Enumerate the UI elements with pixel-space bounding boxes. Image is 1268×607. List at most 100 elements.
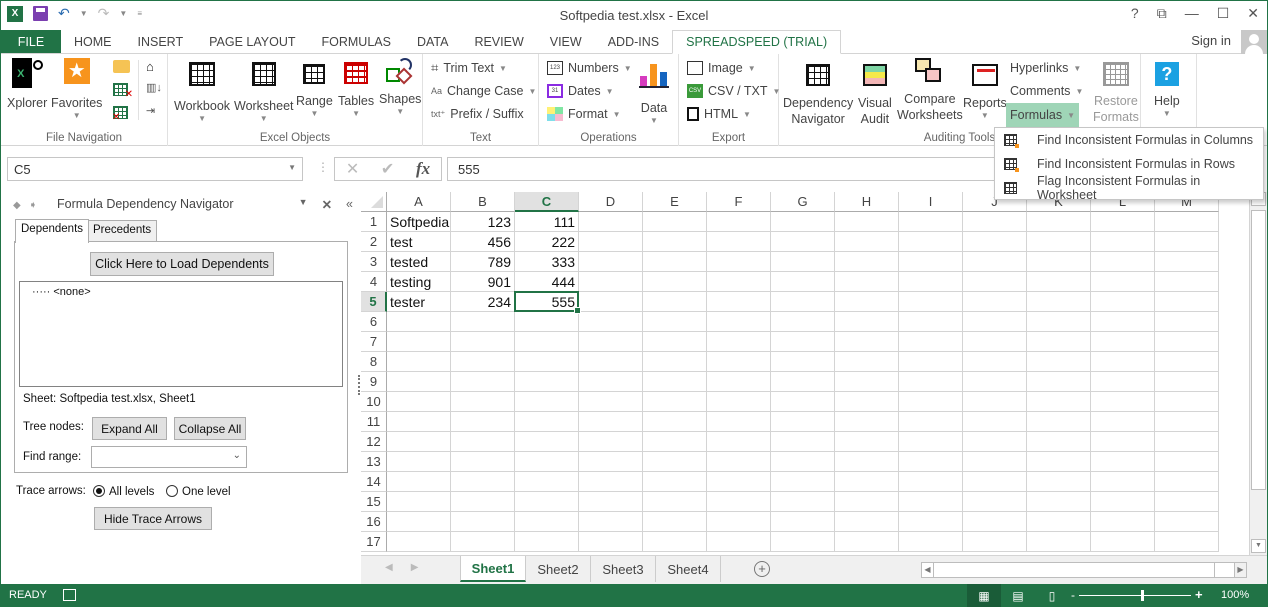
zoom-in-icon[interactable]: + bbox=[1195, 587, 1203, 602]
cell-d3[interactable] bbox=[579, 252, 643, 272]
cell-j14[interactable] bbox=[963, 472, 1027, 492]
compare-worksheets-button[interactable]: Compare Worksheets bbox=[897, 58, 963, 123]
cell-f17[interactable] bbox=[707, 532, 771, 552]
cell-j8[interactable] bbox=[963, 352, 1027, 372]
comments-button[interactable]: Comments ▼ bbox=[1007, 81, 1086, 101]
cell-b16[interactable] bbox=[451, 512, 515, 532]
cell-b10[interactable] bbox=[451, 392, 515, 412]
menu-item-flag-inconsistent-worksheet[interactable]: Flag Inconsistent Formulas in Worksheet bbox=[995, 174, 1263, 202]
cell-k7[interactable] bbox=[1027, 332, 1091, 352]
cell-e2[interactable] bbox=[643, 232, 707, 252]
cell-m17[interactable] bbox=[1155, 532, 1219, 552]
cell-c4[interactable]: 444 bbox=[515, 272, 579, 292]
cell-b14[interactable] bbox=[451, 472, 515, 492]
cell-f6[interactable] bbox=[707, 312, 771, 332]
cell-g13[interactable] bbox=[771, 452, 835, 472]
cell-a9[interactable] bbox=[387, 372, 451, 392]
row-header[interactable]: 4 bbox=[361, 272, 387, 292]
insert-function-icon[interactable]: fx bbox=[416, 159, 430, 179]
cell-c1[interactable]: 111 bbox=[515, 212, 579, 232]
cell-b12[interactable] bbox=[451, 432, 515, 452]
cell-b13[interactable] bbox=[451, 452, 515, 472]
cell-l2[interactable] bbox=[1091, 232, 1155, 252]
cell-d10[interactable] bbox=[579, 392, 643, 412]
cell-a7[interactable] bbox=[387, 332, 451, 352]
macro-recording-icon[interactable] bbox=[63, 589, 76, 601]
cell-e14[interactable] bbox=[643, 472, 707, 492]
cell-c10[interactable] bbox=[515, 392, 579, 412]
cell-i2[interactable] bbox=[899, 232, 963, 252]
shapes-button[interactable]: Shapes ▼ bbox=[379, 58, 421, 117]
tab-add-ins[interactable]: ADD-INS bbox=[595, 30, 672, 53]
help-button[interactable]: ? Help ▼ bbox=[1154, 58, 1180, 119]
sign-in-link[interactable]: Sign in bbox=[1191, 33, 1231, 48]
page-layout-view-icon[interactable]: ▤ bbox=[1001, 584, 1035, 607]
cell-i4[interactable] bbox=[899, 272, 963, 292]
cell-a3[interactable]: tested bbox=[387, 252, 451, 272]
cell-d7[interactable] bbox=[579, 332, 643, 352]
cell-l7[interactable] bbox=[1091, 332, 1155, 352]
cell-e4[interactable] bbox=[643, 272, 707, 292]
cell-f5[interactable] bbox=[707, 292, 771, 312]
cell-i16[interactable] bbox=[899, 512, 963, 532]
cell-c7[interactable] bbox=[515, 332, 579, 352]
cell-e1[interactable] bbox=[643, 212, 707, 232]
cell-g10[interactable] bbox=[771, 392, 835, 412]
cell-k2[interactable] bbox=[1027, 232, 1091, 252]
cell-i11[interactable] bbox=[899, 412, 963, 432]
hyperlinks-button[interactable]: Hyperlinks ▼ bbox=[1007, 58, 1084, 78]
html-button[interactable]: HTML ▼ bbox=[687, 104, 751, 124]
cell-f1[interactable] bbox=[707, 212, 771, 232]
cell-e8[interactable] bbox=[643, 352, 707, 372]
cell-k16[interactable] bbox=[1027, 512, 1091, 532]
normal-view-icon[interactable]: ▦ bbox=[967, 584, 1001, 607]
cell-c5[interactable]: 555 bbox=[515, 292, 579, 312]
hide-trace-arrows-button[interactable]: Hide Trace Arrows bbox=[94, 507, 212, 530]
cell-k9[interactable] bbox=[1027, 372, 1091, 392]
cell-m3[interactable] bbox=[1155, 252, 1219, 272]
reports-button[interactable]: Reports ▼ bbox=[963, 58, 1007, 121]
cell-a10[interactable] bbox=[387, 392, 451, 412]
cell-m7[interactable] bbox=[1155, 332, 1219, 352]
cell-g4[interactable] bbox=[771, 272, 835, 292]
cell-g14[interactable] bbox=[771, 472, 835, 492]
cell-m6[interactable] bbox=[1155, 312, 1219, 332]
cell-i9[interactable] bbox=[899, 372, 963, 392]
cell-h3[interactable] bbox=[835, 252, 899, 272]
cell-e10[interactable] bbox=[643, 392, 707, 412]
row-header[interactable]: 2 bbox=[361, 232, 387, 252]
maximize-icon[interactable]: ☐ bbox=[1217, 5, 1230, 22]
zoom-level[interactable]: 100% bbox=[1221, 589, 1249, 601]
cell-k5[interactable] bbox=[1027, 292, 1091, 312]
cell-m11[interactable] bbox=[1155, 412, 1219, 432]
cell-d5[interactable] bbox=[579, 292, 643, 312]
cell-l9[interactable] bbox=[1091, 372, 1155, 392]
numbers-button[interactable]: 123 Numbers ▼ bbox=[547, 58, 632, 78]
cell-g5[interactable] bbox=[771, 292, 835, 312]
cell-i14[interactable] bbox=[899, 472, 963, 492]
cell-m10[interactable] bbox=[1155, 392, 1219, 412]
zoom-slider-handle[interactable] bbox=[1141, 590, 1144, 601]
cell-b1[interactable]: 123 bbox=[451, 212, 515, 232]
cell-h10[interactable] bbox=[835, 392, 899, 412]
cell-g8[interactable] bbox=[771, 352, 835, 372]
cell-h12[interactable] bbox=[835, 432, 899, 452]
cell-f2[interactable] bbox=[707, 232, 771, 252]
column-header-d[interactable]: D bbox=[579, 192, 643, 212]
cell-h1[interactable] bbox=[835, 212, 899, 232]
radio-unselected-icon[interactable] bbox=[166, 485, 178, 497]
cell-k3[interactable] bbox=[1027, 252, 1091, 272]
column-header-f[interactable]: F bbox=[707, 192, 771, 212]
column-header-a[interactable]: A bbox=[387, 192, 451, 212]
tab-spreadspeed[interactable]: SPREADSPEED (TRIAL) bbox=[672, 30, 842, 54]
sheet-tab-sheet3[interactable]: Sheet3 bbox=[591, 556, 656, 582]
cell-k4[interactable] bbox=[1027, 272, 1091, 292]
cell-g15[interactable] bbox=[771, 492, 835, 512]
dependency-navigator-button[interactable]: Dependency Navigator bbox=[783, 58, 853, 127]
load-dependents-button[interactable]: Click Here to Load Dependents bbox=[90, 252, 274, 276]
cell-a17[interactable] bbox=[387, 532, 451, 552]
cell-l5[interactable] bbox=[1091, 292, 1155, 312]
cell-e5[interactable] bbox=[643, 292, 707, 312]
cell-a12[interactable] bbox=[387, 432, 451, 452]
cell-f8[interactable] bbox=[707, 352, 771, 372]
